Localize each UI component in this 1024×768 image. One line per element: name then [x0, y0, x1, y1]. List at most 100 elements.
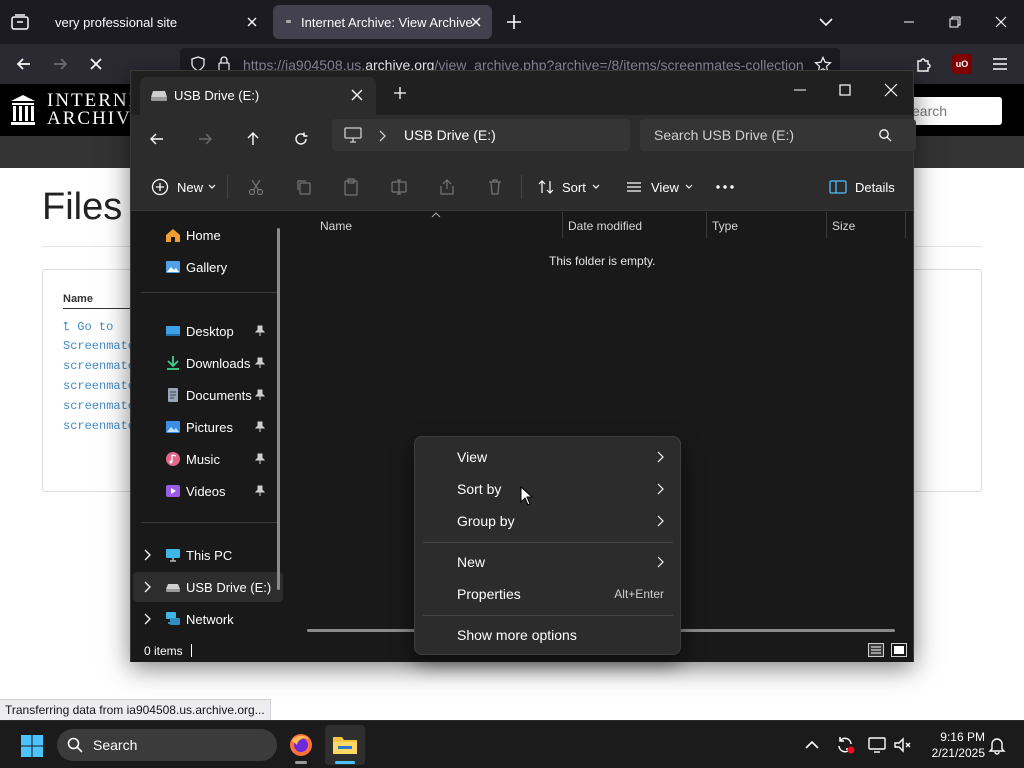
explorer-search-input[interactable]: Search USB Drive (E:) [640, 119, 916, 151]
sidebar-item-music[interactable]: Music [133, 444, 283, 474]
search-icon [879, 129, 892, 142]
column-header-name[interactable]: Name [63, 293, 93, 305]
share-icon[interactable] [438, 177, 456, 197]
view-button[interactable]: View [625, 177, 693, 197]
menu-item-sort-by[interactable]: Sort by [419, 474, 676, 504]
pin-icon[interactable] [255, 453, 265, 465]
ublock-origin-icon[interactable]: uO [952, 54, 972, 74]
sync-icon[interactable] [835, 735, 855, 755]
menu-item-group-by[interactable]: Group by [419, 506, 676, 536]
back-icon[interactable] [145, 127, 169, 151]
sidebar-item-this-pc[interactable]: This PC [133, 540, 283, 570]
view-list-icon [627, 182, 641, 192]
running-indicator [295, 761, 307, 764]
column-divider[interactable] [562, 212, 563, 238]
extensions-icon[interactable] [914, 54, 934, 74]
rename-icon[interactable] [390, 177, 408, 197]
taskbar-search[interactable]: Search [57, 729, 277, 761]
chevron-right-icon[interactable] [143, 613, 151, 625]
column-divider[interactable] [905, 212, 906, 238]
explorer-tab[interactable]: USB Drive (E:) [140, 77, 376, 115]
forward-icon[interactable] [193, 127, 217, 151]
maximize-icon[interactable] [834, 79, 856, 101]
sidebar-item-gallery[interactable]: Gallery [133, 252, 283, 282]
file-link[interactable]: Screenmate [63, 336, 135, 356]
browser-tab-internet-archive[interactable]: Internet Archive: View Archive [273, 5, 492, 39]
pin-icon[interactable] [255, 357, 265, 369]
volume-muted-icon[interactable] [893, 735, 913, 755]
chevron-right-icon[interactable] [378, 130, 386, 142]
column-divider[interactable] [706, 212, 707, 238]
sidebar-item-network[interactable]: Network [133, 604, 283, 634]
windows-start-icon[interactable] [20, 734, 44, 758]
tiles-view-icon[interactable] [891, 643, 907, 657]
sidebar-item-videos[interactable]: Videos [133, 476, 283, 506]
file-link[interactable]: screenmate [63, 356, 135, 376]
file-link[interactable]: screenmate [63, 416, 135, 436]
stop-loading-icon[interactable] [86, 54, 106, 74]
back-icon[interactable] [14, 54, 34, 74]
restore-icon[interactable] [945, 12, 965, 32]
new-tab-icon[interactable] [504, 12, 524, 32]
sidebar-item-documents[interactable]: Documents [133, 380, 283, 410]
paste-icon[interactable] [342, 177, 360, 197]
copy-icon[interactable] [295, 177, 313, 197]
ia-search-input[interactable]: earch [910, 97, 1002, 125]
menu-item-properties[interactable]: Properties Alt+Enter [419, 579, 676, 609]
refresh-icon[interactable] [289, 127, 313, 151]
column-header-date-modified[interactable]: Date modified [568, 219, 642, 233]
chevron-right-icon[interactable] [143, 581, 151, 593]
more-options-icon[interactable] [715, 177, 735, 197]
pin-icon[interactable] [255, 485, 265, 497]
new-tab-icon[interactable] [393, 86, 407, 100]
sidebar-item-usb-drive[interactable]: USB Drive (E:) [133, 572, 283, 602]
network-status-icon[interactable] [867, 735, 887, 755]
show-hidden-icons-chevron-icon[interactable] [802, 735, 822, 755]
close-window-icon[interactable] [991, 12, 1011, 32]
pin-icon[interactable] [255, 421, 265, 433]
chevron-right-icon[interactable] [143, 549, 151, 561]
file-link[interactable]: screenmate [63, 396, 135, 416]
navigation-pane: Home Gallery Desktop Downloads Documents… [131, 212, 289, 638]
column-header-name[interactable]: Name [320, 219, 352, 233]
menu-item-new[interactable]: New [419, 547, 676, 577]
menu-hamburger-icon[interactable] [990, 54, 1010, 74]
close-tab-icon[interactable] [468, 14, 484, 30]
file-link[interactable]: screenmate [63, 376, 135, 396]
details-pane-button[interactable]: Details [829, 177, 895, 197]
menu-item-show-more-options[interactable]: Show more options [419, 620, 676, 650]
close-tab-icon[interactable] [244, 14, 260, 30]
sidebar-item-desktop[interactable]: Desktop [133, 316, 283, 346]
notifications-bell-icon[interactable] [987, 735, 1007, 755]
sidebar-item-pictures[interactable]: Pictures [133, 412, 283, 442]
column-divider[interactable] [826, 212, 827, 238]
new-button[interactable]: New [151, 177, 216, 197]
minimize-icon[interactable] [899, 12, 919, 32]
close-window-icon[interactable] [880, 79, 902, 101]
details-view-icon[interactable] [868, 643, 884, 657]
sidebar-item-home[interactable]: Home [133, 220, 283, 250]
pin-icon[interactable] [255, 325, 265, 337]
address-bar[interactable]: USB Drive (E:) [332, 119, 630, 151]
sidebar-item-downloads[interactable]: Downloads [133, 348, 283, 378]
close-tab-icon[interactable] [350, 88, 364, 102]
column-header-type[interactable]: Type [712, 219, 738, 233]
sort-button[interactable]: Sort [537, 177, 600, 197]
ia-logo-icon[interactable] [9, 93, 37, 127]
menu-item-view[interactable]: View [419, 442, 676, 472]
tab-overflow-chevron-icon[interactable] [816, 12, 836, 32]
tab-list-icon[interactable] [8, 10, 32, 34]
up-icon[interactable] [241, 127, 265, 151]
system-clock[interactable]: 9:16 PM 2/21/2025 [915, 729, 985, 761]
browser-tab-very-professional-site[interactable]: very professional site [46, 5, 268, 39]
pin-icon[interactable] [255, 389, 265, 401]
cut-icon[interactable] [247, 177, 265, 197]
taskbar-app-firefox[interactable] [281, 725, 321, 765]
sidebar-scrollbar[interactable] [277, 228, 280, 590]
minimize-icon[interactable] [789, 79, 811, 101]
taskbar-app-file-explorer[interactable] [325, 725, 365, 765]
parent-link[interactable]: ⮤ Go to [63, 316, 135, 336]
column-header-size[interactable]: Size [832, 219, 855, 233]
forward-icon[interactable] [50, 54, 70, 74]
delete-icon[interactable] [486, 177, 504, 197]
